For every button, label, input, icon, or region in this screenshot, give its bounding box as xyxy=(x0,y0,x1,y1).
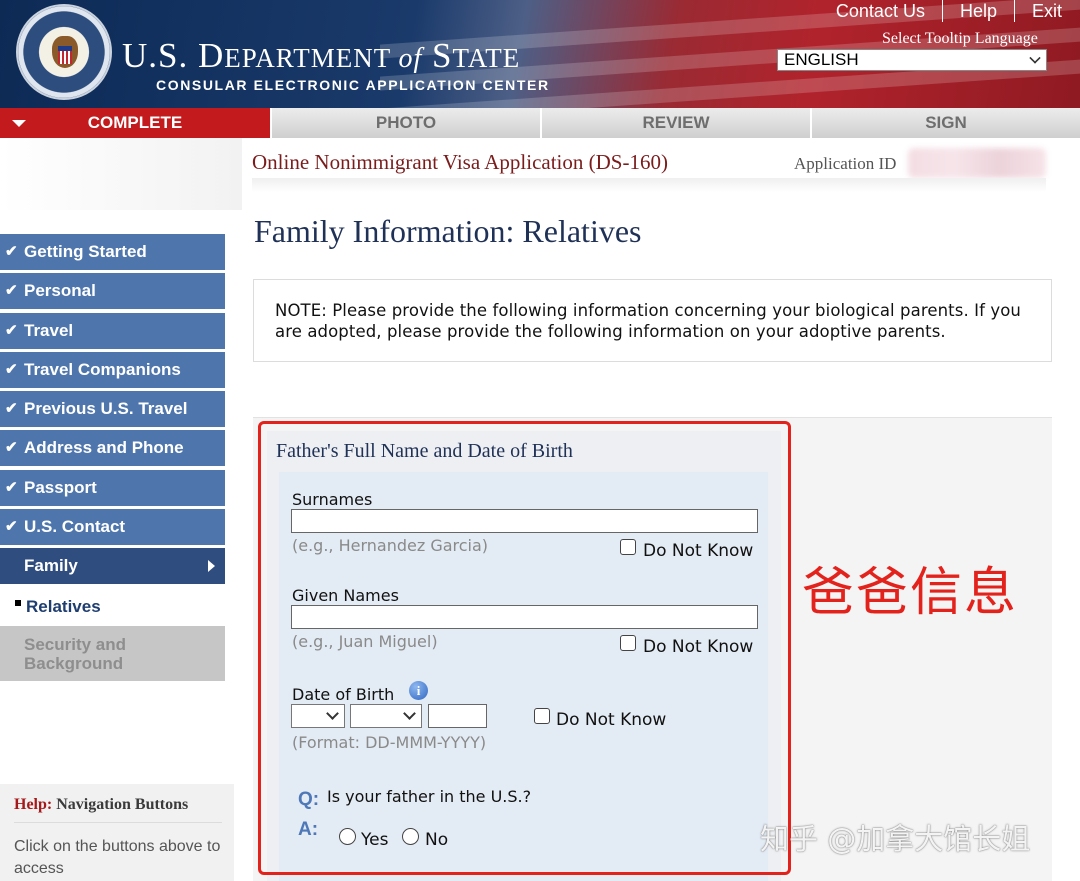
arrow-right-icon xyxy=(208,560,215,573)
sidebar-subitem-relatives[interactable]: Relatives xyxy=(0,588,225,626)
sidebar-item-us-contact[interactable]: ✔ U.S. Contact xyxy=(0,509,225,546)
checkmark-icon: ✔ xyxy=(5,518,18,536)
sidebar-item-previous-us-travel[interactable]: ✔ Previous U.S. Travel xyxy=(0,391,225,428)
tab-review[interactable]: REVIEW xyxy=(542,108,812,138)
checkmark-icon: ✔ xyxy=(5,439,18,457)
help-link[interactable]: Help xyxy=(941,0,1014,22)
tooltip-language-label: Select Tooltip Language xyxy=(882,30,1038,47)
progress-tabs: COMPLETE PHOTO REVIEW SIGN xyxy=(0,108,1080,138)
application-title: Online Nonimmigrant Visa Application (DS… xyxy=(252,150,668,174)
sidebar-item-getting-started[interactable]: ✔ Getting Started xyxy=(0,234,225,270)
sidebar-item-personal[interactable]: ✔ Personal xyxy=(0,273,225,310)
help-text: Click on the buttons above to access xyxy=(14,838,221,877)
sidebar-item-security-and-background: Security and Background xyxy=(0,625,225,681)
note-box: NOTE: Please provide the following infor… xyxy=(253,279,1052,362)
exit-link[interactable]: Exit xyxy=(1013,0,1062,22)
contact-us-link[interactable]: Contact Us xyxy=(819,0,942,22)
ds160-page: U.S. DEPARTMENT of STATE CONSULAR ELECTR… xyxy=(0,0,1080,881)
state-department-seal-icon xyxy=(16,4,112,100)
application-id-label: Application ID xyxy=(794,154,897,173)
department-subtitle: CONSULAR ELECTRONIC APPLICATION CENTER xyxy=(156,77,550,93)
checkmark-icon: ✔ xyxy=(5,478,18,496)
bullet-icon xyxy=(15,599,21,606)
help-title: Help: Navigation Buttons xyxy=(14,796,189,813)
caret-down-icon xyxy=(12,120,26,127)
watermark: 知乎 @加拿大馆长姐 xyxy=(760,822,1031,856)
checkmark-icon: ✔ xyxy=(5,321,18,339)
tab-photo[interactable]: PHOTO xyxy=(272,108,542,138)
title-divider xyxy=(252,178,1046,192)
tab-complete[interactable]: COMPLETE xyxy=(0,108,272,138)
father-info-annotation: 爸爸信息 xyxy=(802,563,1019,623)
sidebar-item-address-and-phone[interactable]: ✔ Address and Phone xyxy=(0,430,225,467)
application-id-redacted xyxy=(908,148,1046,178)
divider xyxy=(14,822,222,823)
sidebar-top-shade xyxy=(0,138,242,210)
highlight-outline xyxy=(258,421,791,875)
sidebar-nav: ✔ Getting Started ✔ Personal ✔ Travel ✔ Trav… xyxy=(0,234,225,681)
checkmark-icon: ✔ xyxy=(5,282,18,300)
department-title: U.S. DEPARTMENT of STATE xyxy=(122,36,521,75)
page-title: Family Information: Relatives xyxy=(254,213,642,249)
sidebar-item-travel-companions[interactable]: ✔ Travel Companions xyxy=(0,351,225,388)
shield-icon xyxy=(58,46,72,64)
sidebar-item-passport[interactable]: ✔ Passport xyxy=(0,469,225,506)
tab-sign[interactable]: SIGN xyxy=(812,108,1080,138)
chevron-down-icon xyxy=(1029,52,1041,64)
language-selected-value: ENGLISH xyxy=(784,50,859,69)
sidebar-item-travel[interactable]: ✔ Travel xyxy=(0,312,225,349)
checkmark-icon: ✔ xyxy=(5,400,18,418)
top-links: Contact Us Help Exit xyxy=(819,0,1062,22)
sidebar-item-family[interactable]: Family xyxy=(0,548,225,585)
note-text: NOTE: Please provide the following infor… xyxy=(275,301,1021,341)
checkmark-icon: ✔ xyxy=(5,360,18,378)
tooltip-language-select[interactable]: ENGLISH xyxy=(777,49,1047,71)
header-banner: U.S. DEPARTMENT of STATE CONSULAR ELECTR… xyxy=(0,0,1080,108)
help-panel: Help: Navigation Buttons Click on the bu… xyxy=(0,784,234,881)
checkmark-icon: ✔ xyxy=(5,243,18,260)
